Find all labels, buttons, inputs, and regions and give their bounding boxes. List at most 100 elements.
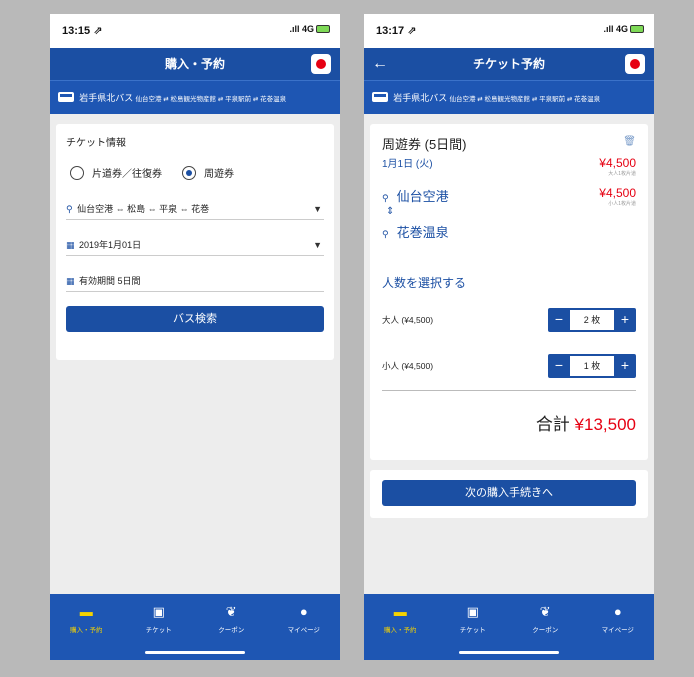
page-title: チケット予約 <box>472 57 545 71</box>
tab-purchase[interactable]: ▬ 購入・予約 <box>364 604 437 660</box>
validity-field: ▦ 有効期間 5日間 <box>66 270 324 292</box>
tab-label: マイページ <box>601 627 634 634</box>
child-quantity-stepper: − 1 枚 + <box>548 354 636 378</box>
adult-label: 大人 (¥4,500) <box>382 315 434 325</box>
radio-pass[interactable]: 周遊券 <box>182 165 234 180</box>
child-count: 1 枚 <box>570 356 614 376</box>
divider <box>382 390 636 391</box>
adult-quantity-stepper: − 2 枚 + <box>548 308 636 332</box>
route-company: 岩手県北バス <box>393 93 448 103</box>
stop-from-label: 仙台空港 <box>396 189 449 204</box>
signal-text: .ıll 4G <box>289 24 314 34</box>
battery-icon <box>630 25 644 33</box>
route-banner: 岩手県北バス 仙台空港 ⇄ 松島観光物産館 ⇄ 平泉駅前 ⇄ 花巻温泉 <box>364 80 654 114</box>
child-label: 小人 (¥4,500) <box>382 361 434 371</box>
count-section-title: 人数を選択する <box>382 276 467 290</box>
tab-label: クーポン <box>532 627 559 634</box>
person-icon: ● <box>299 604 308 619</box>
signal-text: .ıll 4G <box>603 24 628 34</box>
tab-label: チケット <box>459 627 486 634</box>
ticket-type-radios: 片道券／往復券 周遊券 <box>66 165 324 180</box>
calendar-icon: ▦ <box>66 276 75 286</box>
tab-mypage[interactable]: ● マイページ <box>582 604 655 660</box>
home-indicator <box>459 651 559 654</box>
stop-from: ⚲ 仙台空港 <box>382 186 449 205</box>
ticket-icon: ▣ <box>466 604 479 619</box>
adult-row: 大人 (¥4,500) − 2 枚 + <box>382 308 636 332</box>
updown-arrow-icon: ⇕ <box>386 206 395 217</box>
stop-to-label: 花巻温泉 <box>396 225 449 240</box>
chevron-down-icon: ▼ <box>313 204 322 214</box>
price-adult-value: ¥4,500 <box>599 156 636 170</box>
radio-oneway[interactable]: 片道券／往復券 <box>70 165 162 180</box>
adult-decrement-button[interactable]: − <box>548 308 570 332</box>
adult-count: 2 枚 <box>570 310 614 330</box>
bus-icon <box>58 92 74 102</box>
phone-screen-reservation: 13:17 ⇗ .ıll 4G ← チケット予約 岩手県北バス 仙台空港 ⇄ 松… <box>364 14 654 660</box>
ticket-detail-card: 周遊券 (5日間) 1月1日 (火) 🗑 ¥4,500 大人1枚片道 ¥4,50… <box>370 124 648 460</box>
status-bar: 13:17 ⇗ .ıll 4G <box>364 14 654 48</box>
child-increment-button[interactable]: + <box>614 354 636 378</box>
tab-purchase[interactable]: ▬ 購入・予約 <box>50 604 123 660</box>
tab-label: 購入・予約 <box>384 627 417 634</box>
route-company: 岩手県北バス <box>79 93 134 103</box>
next-step-button[interactable]: 次の購入手続きへ <box>382 480 636 506</box>
price-adult: ¥4,500 大人1枚片道 <box>599 156 636 177</box>
bus-icon <box>372 92 388 102</box>
tab-label: マイページ <box>287 627 320 634</box>
radio-pass-circle[interactable] <box>182 165 196 180</box>
status-bar: 13:15 ⇗ .ıll 4G <box>50 14 340 48</box>
japan-flag-icon[interactable] <box>625 54 645 74</box>
adult-increment-button[interactable]: + <box>614 308 636 332</box>
radio-oneway-circle[interactable] <box>70 165 84 180</box>
map-pin-icon: ⚲ <box>382 193 389 203</box>
nav-bar: 購入・予約 <box>50 48 340 80</box>
tab-label: クーポン <box>218 627 245 634</box>
tab-mypage[interactable]: ● マイページ <box>268 604 341 660</box>
route-stops: 仙台空港 ⇄ 松島観光物産館 ⇄ 平泉駅前 ⇄ 花巻温泉 <box>135 96 287 103</box>
price-child-note: 小人1枚片道 <box>608 201 636 207</box>
date-select[interactable]: ▦ 2019年1月01日 ▼ <box>66 234 324 256</box>
map-pin-icon: ⚲ <box>66 204 73 214</box>
next-step-card: 次の購入手続きへ <box>370 470 648 518</box>
date-select-value: 2019年1月01日 <box>79 240 142 250</box>
tab-bar: ▬ 購入・予約 ▣ チケット ❦ クーポン ● マイページ <box>50 594 340 660</box>
tab-label: 購入・予約 <box>70 627 103 634</box>
child-decrement-button[interactable]: − <box>548 354 570 378</box>
battery-icon <box>316 25 330 33</box>
japan-flag-icon[interactable] <box>311 54 331 74</box>
coupon-icon: ❦ <box>539 604 551 619</box>
ticket-check-icon: ▬ <box>79 604 93 619</box>
price-adult-note: 大人1枚片道 <box>608 171 636 177</box>
radio-oneway-label: 片道券／往復券 <box>92 169 162 180</box>
back-arrow-icon[interactable]: ← <box>372 48 388 80</box>
validity-value: 有効期間 5日間 <box>79 276 141 286</box>
child-row: 小人 (¥4,500) − 1 枚 + <box>382 354 636 378</box>
price-child: ¥4,500 小人1枚片道 <box>599 186 636 207</box>
calendar-icon: ▦ <box>66 240 75 250</box>
price-child-value: ¥4,500 <box>599 186 636 200</box>
bus-search-button[interactable]: バス検索 <box>66 306 324 332</box>
radio-pass-label: 周遊券 <box>204 169 234 180</box>
total-amount: ¥13,500 <box>574 415 636 434</box>
status-time: 13:15 ⇗ <box>62 25 103 37</box>
phone-screen-purchase: 13:15 ⇗ .ıll 4G 購入・予約 岩手県北バス 仙台空港 ⇄ 松島観光… <box>50 14 340 660</box>
coupon-icon: ❦ <box>225 604 237 619</box>
total-price: 合計 ¥13,500 <box>536 410 636 435</box>
section-title: チケット情報 <box>66 138 126 149</box>
route-select[interactable]: ⚲ 仙台空港 ⇔ 松島 ⇔ 平泉 ⇔ 花巻 ▼ <box>66 198 324 220</box>
trash-icon[interactable]: 🗑 <box>623 136 636 147</box>
ticket-title: 周遊券 (5日間) <box>382 137 467 152</box>
tab-label: チケット <box>145 627 172 634</box>
page-title: 購入・予約 <box>164 57 225 71</box>
signal-indicator: .ıll 4G <box>603 24 644 34</box>
route-stops: 仙台空港 ⇄ 松島観光物産館 ⇄ 平泉駅前 ⇄ 花巻温泉 <box>449 96 601 103</box>
chevron-down-icon: ▼ <box>313 240 322 250</box>
ticket-date: 1月1日 (火) <box>382 159 433 170</box>
signal-indicator: .ıll 4G <box>289 24 330 34</box>
ticket-icon: ▣ <box>152 604 165 619</box>
route-select-value: 仙台空港 ⇔ 松島 ⇔ 平泉 ⇔ 花巻 <box>77 204 210 214</box>
status-time: 13:17 ⇗ <box>376 25 417 37</box>
map-pin-icon: ⚲ <box>382 229 389 239</box>
nav-bar: ← チケット予約 <box>364 48 654 80</box>
